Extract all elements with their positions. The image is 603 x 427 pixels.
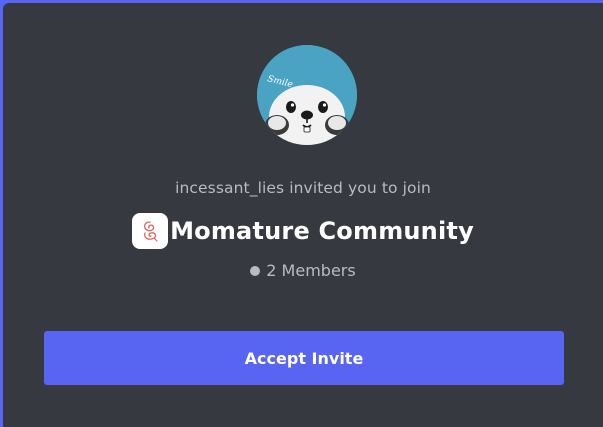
inviter-avatar: Smile	[257, 45, 357, 145]
server-icon	[132, 213, 169, 249]
seal-avatar-image: Smile	[257, 45, 357, 145]
member-count-text: 2 Members	[266, 261, 356, 280]
member-count: 2 Members	[3, 261, 603, 280]
inviter-text: incessant_lies invited you to join	[175, 179, 431, 197]
server-title-row: Momature Community	[3, 213, 603, 249]
swirl-logo-icon	[144, 221, 158, 242]
member-status-dot-icon	[250, 265, 261, 276]
invite-card: Smile incessant_lies invited you to join…	[3, 3, 603, 427]
server-name: Momature Community	[170, 217, 474, 245]
accept-invite-button[interactable]: Accept Invite	[44, 331, 564, 385]
